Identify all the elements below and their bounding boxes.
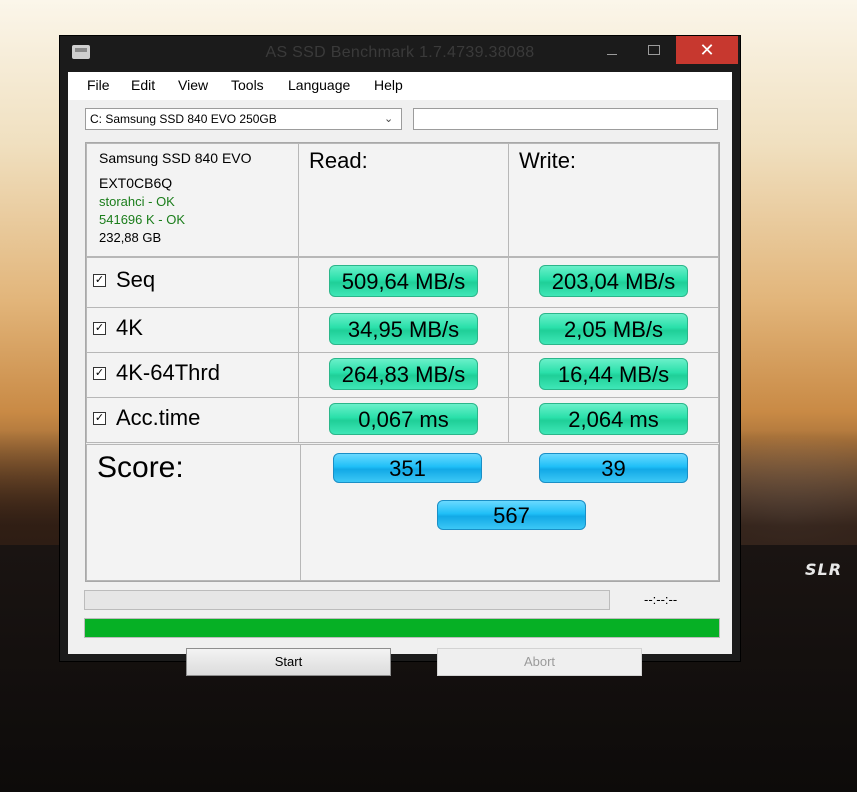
results-grid: Samsung SSD 840 EVO EXT0CB6Q storahci - … <box>85 142 720 582</box>
maximize-button[interactable] <box>634 36 674 64</box>
abort-button[interactable]: Abort <box>437 648 642 676</box>
drive-select-value: C: Samsung SSD 840 EVO 250GB <box>90 112 277 126</box>
title-bar[interactable]: AS SSD Benchmark 1.7.4739.38088 ✕ <box>60 36 740 72</box>
4k64-label: 4K-64Thrd <box>116 360 220 385</box>
wallpaper-car-badge: SLR <box>805 560 843 579</box>
read-score: 351 <box>333 453 482 483</box>
write-header-cell: Write: <box>508 143 719 257</box>
seq-read-cell: 509,64 MB/s <box>298 257 509 308</box>
score-label: Score: <box>97 451 184 484</box>
4k-write-result: 2,05 MB/s <box>539 313 688 345</box>
score-values-cell: 351 39 567 <box>300 444 719 581</box>
seq-label: Seq <box>116 267 156 292</box>
menu-tools[interactable]: Tools <box>231 77 264 93</box>
minimize-button[interactable] <box>592 36 632 64</box>
seq-write-cell: 203,04 MB/s <box>508 257 719 308</box>
acctime-read-result: 0,067 ms <box>329 403 478 435</box>
alignment-status: 541696 K - OK <box>99 212 185 227</box>
drive-capacity: 232,88 GB <box>99 230 162 245</box>
menu-edit[interactable]: Edit <box>131 77 155 93</box>
acctime-write-cell: 2,064 ms <box>508 397 719 443</box>
seq-label-cell: ✓ Seq <box>86 257 299 308</box>
score-label-cell: Score: <box>86 444 301 581</box>
driver-status: storahci - OK <box>99 194 175 209</box>
acctime-label: Acc.time <box>116 405 201 430</box>
4k-checkbox[interactable]: ✓ <box>93 322 106 335</box>
menu-view[interactable]: View <box>178 77 208 93</box>
seq-read-result: 509,64 MB/s <box>329 265 478 297</box>
seq-write-result: 203,04 MB/s <box>539 265 688 297</box>
chevron-down-icon: ⌄ <box>384 113 394 125</box>
start-button[interactable]: Start <box>186 648 391 676</box>
total-score: 567 <box>437 500 586 530</box>
4k64-read-result: 264,83 MB/s <box>329 358 478 390</box>
acctime-label-cell: ✓ Acc.time <box>86 397 299 443</box>
window-client: File Edit View Tools Language Help C: Sa… <box>68 72 732 676</box>
read-header: Read: <box>309 148 368 173</box>
close-icon: ✕ <box>699 40 715 60</box>
4k-write-cell: 2,05 MB/s <box>508 307 719 353</box>
seq-checkbox[interactable]: ✓ <box>93 274 106 287</box>
write-score: 39 <box>539 453 688 483</box>
maximize-icon <box>648 45 660 55</box>
read-header-cell: Read: <box>298 143 509 257</box>
elapsed-time: --:--:-- <box>644 592 678 607</box>
4k-read-cell: 34,95 MB/s <box>298 307 509 353</box>
test-progress-bar <box>84 590 610 610</box>
drive-info-panel: Samsung SSD 840 EVO EXT0CB6Q storahci - … <box>86 143 299 257</box>
4k-label: 4K <box>116 315 143 340</box>
4k-read-result: 34,95 MB/s <box>329 313 478 345</box>
menu-help[interactable]: Help <box>374 77 403 93</box>
drive-firmware: EXT0CB6Q <box>99 175 173 191</box>
4k-label-cell: ✓ 4K <box>86 307 299 353</box>
4k64-write-cell: 16,44 MB/s <box>508 352 719 398</box>
menu-language[interactable]: Language <box>288 77 350 93</box>
menu-bar: File Edit View Tools Language Help <box>68 72 732 100</box>
acctime-checkbox[interactable]: ✓ <box>93 412 106 425</box>
write-header: Write: <box>519 148 577 173</box>
acctime-write-result: 2,064 ms <box>539 403 688 435</box>
overall-progress-fill <box>85 619 719 637</box>
close-button[interactable]: ✕ <box>676 36 738 64</box>
4k64-checkbox[interactable]: ✓ <box>93 367 106 380</box>
menu-file[interactable]: File <box>87 77 110 93</box>
benchmark-window: AS SSD Benchmark 1.7.4739.38088 ✕ File E… <box>60 36 740 676</box>
minimize-icon <box>607 54 617 55</box>
drive-model: Samsung SSD 840 EVO <box>99 150 252 166</box>
drive-select[interactable]: C: Samsung SSD 840 EVO 250GB ⌄ <box>85 108 402 130</box>
status-field[interactable] <box>413 108 718 130</box>
4k64-label-cell: ✓ 4K-64Thrd <box>86 352 299 398</box>
4k64-read-cell: 264,83 MB/s <box>298 352 509 398</box>
acctime-read-cell: 0,067 ms <box>298 397 509 443</box>
overall-progress-bar <box>84 618 720 638</box>
4k64-write-result: 16,44 MB/s <box>539 358 688 390</box>
